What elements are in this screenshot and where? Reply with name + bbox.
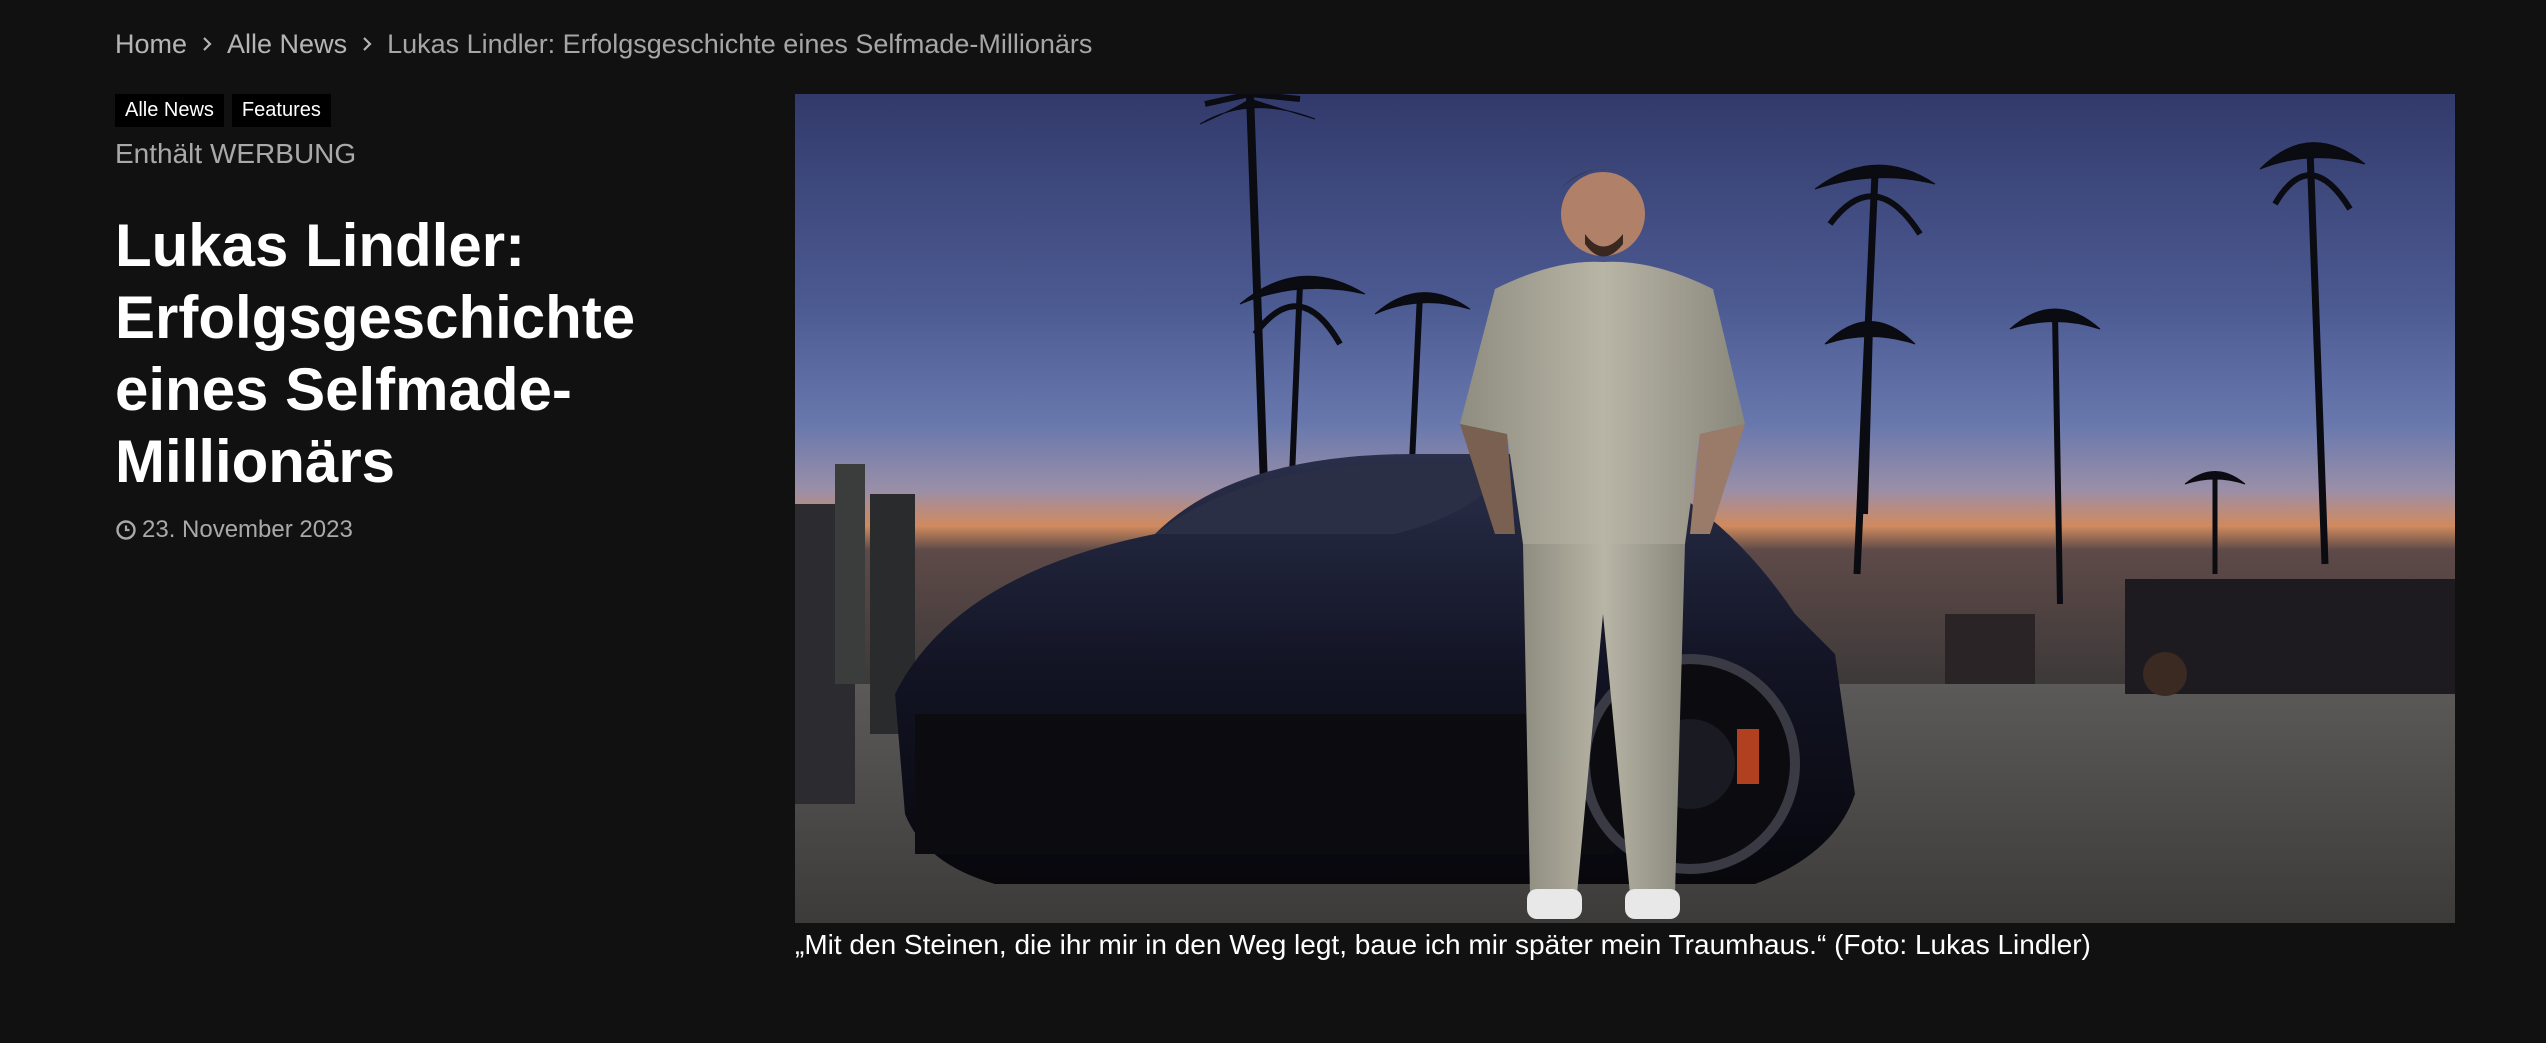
advertising-notice: Enthält WERBUNG [115, 138, 357, 169]
tag-alle-news[interactable]: Alle News [115, 94, 224, 127]
hero-image [795, 94, 2455, 923]
category-tags: Alle News Features [115, 94, 685, 127]
article-header: Alle News Features Enthält WERBUNG Lukas… [115, 94, 685, 544]
hero-image-caption: „Mit den Steinen, die ihr mir in den Weg… [795, 929, 2091, 960]
article-page: Home Alle News Lukas Lindler: Erfolgsges… [0, 0, 2546, 1043]
breadcrumb-home-link[interactable]: Home [115, 29, 187, 60]
publish-date: 23. November 2023 [115, 516, 685, 544]
page-title: Lukas Lindler: Erfolgsgeschichte eines S… [115, 212, 636, 495]
breadcrumb-alle-news-link[interactable]: Alle News [227, 29, 347, 60]
clock-icon [116, 520, 136, 540]
breadcrumb: Home Alle News Lukas Lindler: Erfolgsges… [115, 26, 1092, 62]
publish-date-text: 23. November 2023 [142, 516, 353, 543]
chevron-right-icon [347, 29, 387, 59]
breadcrumb-current-page: Lukas Lindler: Erfolgsgeschichte eines S… [387, 28, 1093, 59]
tag-features[interactable]: Features [231, 94, 331, 127]
chevron-right-icon [187, 29, 227, 59]
